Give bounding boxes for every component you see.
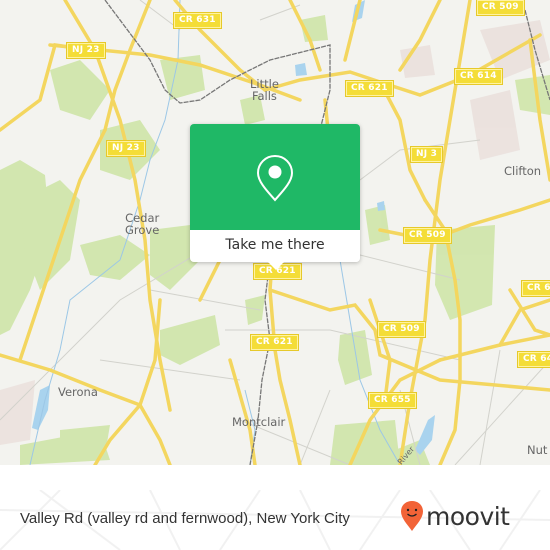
- map[interactable]: CR 631 NJ 23 NJ 23 CR 509 CR 614 CR 621 …: [0, 0, 550, 465]
- road-label-cr509: CR 509: [403, 227, 452, 244]
- place-label-cedar-grove: Cedar Grove: [125, 211, 160, 237]
- road-label-nj23: NJ 23: [66, 42, 106, 59]
- road-label-cr621: CR 621: [250, 334, 299, 351]
- popup-tail: [268, 262, 284, 270]
- place-label-verona: Verona: [58, 385, 98, 399]
- road-label-cr655: CR 655: [368, 392, 417, 409]
- place-label-little-falls: Little Falls: [250, 77, 279, 103]
- road-label-cr509: CR 509: [377, 321, 426, 338]
- road-label-cr621: CR 621: [345, 80, 394, 97]
- moovit-pin-icon: [401, 501, 423, 531]
- road-label-nj3: NJ 3: [409, 146, 444, 163]
- road-label-cr64: CR 64: [516, 351, 550, 368]
- place-label-montclair: Montclair: [232, 415, 286, 429]
- destination-popup: Take me there: [190, 124, 360, 270]
- road-label-nj23: NJ 23: [106, 140, 146, 157]
- take-me-there-button[interactable]: Take me there: [190, 230, 360, 262]
- map-pin-icon: [256, 154, 294, 202]
- place-label-nutley: Nut: [527, 443, 548, 457]
- place-label-clifton: Clifton: [504, 164, 542, 178]
- moovit-logo[interactable]: moovit: [400, 500, 510, 532]
- popup-header: [190, 124, 360, 230]
- road-label-cr509: CR 509: [476, 0, 525, 16]
- road-label-cr6: CR 6: [521, 280, 550, 297]
- moovit-logo-text: moovit: [426, 501, 510, 531]
- footer: Valley Rd (valley rd and fernwood), New …: [0, 490, 550, 550]
- location-caption: Valley Rd (valley rd and fernwood), New …: [20, 510, 350, 527]
- road-label-cr631: CR 631: [173, 12, 222, 29]
- road-label-cr614: CR 614: [454, 68, 503, 85]
